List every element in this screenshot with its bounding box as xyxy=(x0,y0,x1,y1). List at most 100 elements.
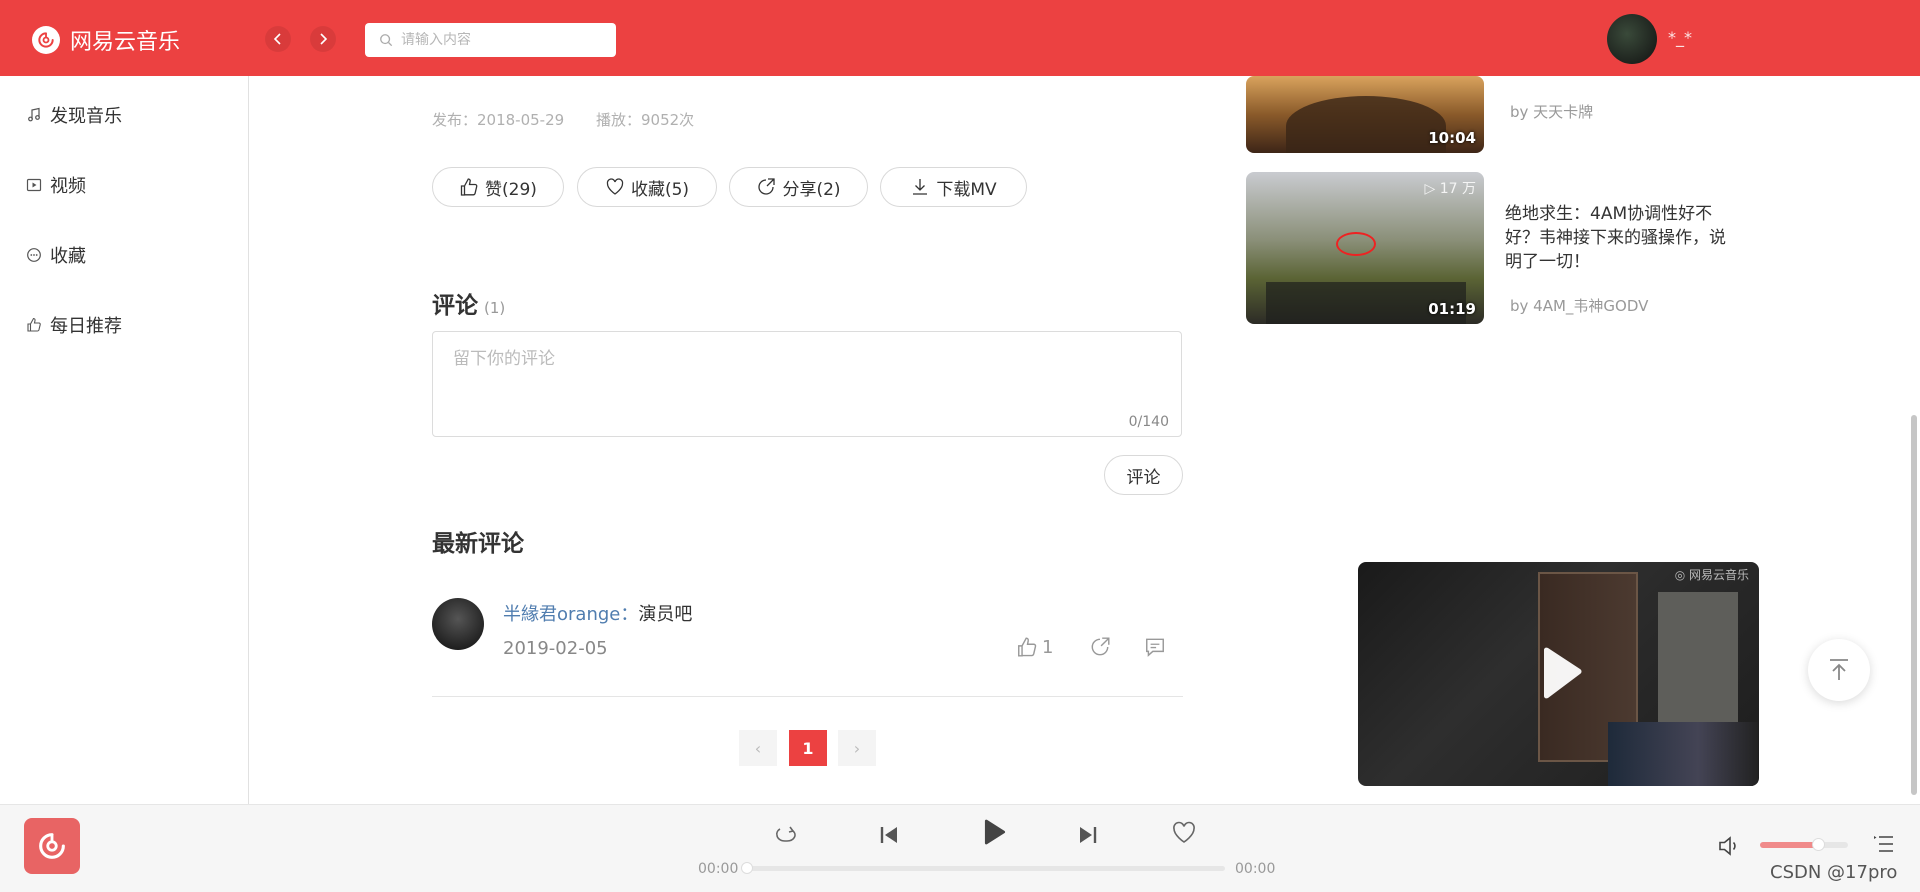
prev-page-button[interactable]: ‹ xyxy=(739,730,777,766)
comment-separator: ： xyxy=(620,604,639,625)
related-video-title[interactable]: 绝地求生：4AM协调性好不好？韦神接下来的骚操作，说明了一切！ xyxy=(1505,202,1735,274)
download-label: 下载MV xyxy=(936,179,997,200)
submit-comment-button[interactable]: 评论 xyxy=(1104,455,1183,495)
like-song-button[interactable] xyxy=(1171,820,1197,846)
player-watermark: ◎ 网易云音乐 xyxy=(1674,568,1749,582)
forward-button[interactable] xyxy=(310,26,336,52)
skip-back-icon xyxy=(880,827,897,843)
username[interactable]: *_* xyxy=(1668,28,1692,47)
thumbs-up-icon xyxy=(1018,637,1037,657)
heart-icon xyxy=(606,178,624,195)
back-to-top-button[interactable] xyxy=(1808,639,1870,701)
share-icon xyxy=(1091,637,1110,656)
search-box[interactable] xyxy=(365,23,616,57)
sidebar-item-label: 收藏 xyxy=(50,246,86,267)
share-button[interactable]: 分享(2) xyxy=(729,167,868,207)
repeat-icon xyxy=(776,826,796,842)
download-icon xyxy=(913,179,928,195)
comment-reply-button[interactable] xyxy=(1144,636,1166,658)
video-frame xyxy=(1658,592,1738,742)
arrow-up-icon xyxy=(1830,659,1848,680)
related-video-author[interactable]: by 4AM_韦神GODV xyxy=(1510,295,1648,316)
commenter-avatar[interactable] xyxy=(432,598,484,650)
comment-text: 演员吧 xyxy=(638,604,693,625)
comment-divider xyxy=(432,696,1183,697)
collect-label: 收藏(5) xyxy=(630,179,690,200)
previous-track-button[interactable] xyxy=(876,822,902,848)
chevron-left-icon xyxy=(273,33,281,45)
back-button[interactable] xyxy=(265,26,291,52)
reply-icon xyxy=(1146,638,1164,657)
play-icon xyxy=(984,819,1006,845)
collect-button[interactable]: 收藏(5) xyxy=(577,167,717,207)
next-page-button[interactable]: › xyxy=(838,730,876,766)
related-video-author[interactable]: by 天天卡牌 xyxy=(1510,101,1593,122)
sidebar-item-daily[interactable]: 每日推荐 xyxy=(26,312,122,338)
comments-count: (1) xyxy=(484,299,506,317)
comments-title: 评论 xyxy=(432,293,478,319)
netease-logo-icon xyxy=(32,26,60,54)
sidebar-item-label: 每日推荐 xyxy=(50,316,122,337)
char-counter: 0/140 xyxy=(1128,414,1169,430)
video-icon xyxy=(26,178,42,192)
heart-icon xyxy=(1173,821,1195,843)
search-icon xyxy=(380,34,393,47)
commenter-name[interactable]: 半緣君orange xyxy=(503,604,620,625)
comment-textarea[interactable] xyxy=(453,344,1161,404)
sidebar-item-video[interactable]: 视频 xyxy=(26,172,86,198)
chevron-right-icon xyxy=(320,33,328,45)
like-label: 赞(29) xyxy=(485,179,537,200)
sidebar-item-label: 发现音乐 xyxy=(50,106,122,127)
sidebar-item-collect[interactable]: 收藏 xyxy=(26,242,86,268)
download-mv-button[interactable]: 下载MV xyxy=(880,167,1027,207)
thumbs-up-icon xyxy=(460,178,478,196)
comments-heading: 评论 (1) xyxy=(432,286,505,320)
repeat-button[interactable] xyxy=(772,822,798,848)
search-input[interactable] xyxy=(401,32,601,48)
user-avatar[interactable] xyxy=(1607,14,1657,64)
related-video-thumbnail[interactable]: ▷ 17 万 01:19 xyxy=(1246,172,1484,324)
scrollbar[interactable] xyxy=(1911,415,1917,795)
page-1-button[interactable]: 1 xyxy=(789,730,827,766)
comment-line: 半緣君orange：演员吧 xyxy=(503,600,692,626)
app-logo[interactable]: 网易云音乐 xyxy=(32,24,180,56)
comment-like-button[interactable]: 1 xyxy=(1016,636,1053,658)
skip-forward-icon xyxy=(1080,827,1097,843)
volume-level xyxy=(1760,842,1818,848)
playlist-icon xyxy=(1874,836,1893,852)
progress-handle[interactable] xyxy=(741,862,753,874)
play-count: 播放：9052次 xyxy=(596,111,695,129)
sidebar-item-discover[interactable]: 发现音乐 xyxy=(26,102,122,128)
play-icon[interactable] xyxy=(1536,646,1584,700)
comment-share-button[interactable] xyxy=(1089,636,1111,658)
volume-button[interactable] xyxy=(1717,833,1743,863)
play-button[interactable] xyxy=(978,817,1008,847)
volume-icon xyxy=(1719,836,1739,856)
mini-video-player[interactable]: ◎ 网易云音乐 xyxy=(1358,562,1759,786)
volume-slider[interactable] xyxy=(1760,838,1848,851)
publish-date: 发布：2018-05-29 xyxy=(432,111,565,129)
comment-like-count: 1 xyxy=(1042,636,1054,658)
progress-bar[interactable] xyxy=(741,862,1225,874)
netease-logo-icon xyxy=(39,833,65,859)
video-duration: 10:04 xyxy=(1428,129,1476,147)
next-track-button[interactable] xyxy=(1075,822,1101,848)
video-play-count: ▷ 17 万 xyxy=(1424,181,1476,197)
app-window: 网易云音乐 *_* 发现音乐 视频 收藏 每日推荐 发布：2018-05-29 … xyxy=(0,0,1920,892)
album-cover[interactable] xyxy=(24,818,80,874)
latest-comments-heading: 最新评论 xyxy=(432,531,524,557)
music-note-icon xyxy=(28,107,40,122)
comment-box[interactable]: 0/140 xyxy=(432,331,1182,437)
watermark-text: CSDN @17pro xyxy=(1770,862,1898,883)
thumbs-up-icon xyxy=(27,317,41,332)
video-frame xyxy=(1608,722,1758,786)
like-button[interactable]: 赞(29) xyxy=(432,167,564,207)
total-time: 00:00 xyxy=(1235,861,1276,877)
playlist-button[interactable] xyxy=(1872,832,1896,860)
sidebar-item-label: 视频 xyxy=(50,176,86,197)
related-video-thumbnail[interactable]: 10:04 xyxy=(1246,76,1484,153)
video-duration: 01:19 xyxy=(1428,300,1476,318)
collect-icon xyxy=(27,248,41,262)
share-label: 分享(2) xyxy=(782,179,841,200)
player-bar xyxy=(0,804,1920,892)
